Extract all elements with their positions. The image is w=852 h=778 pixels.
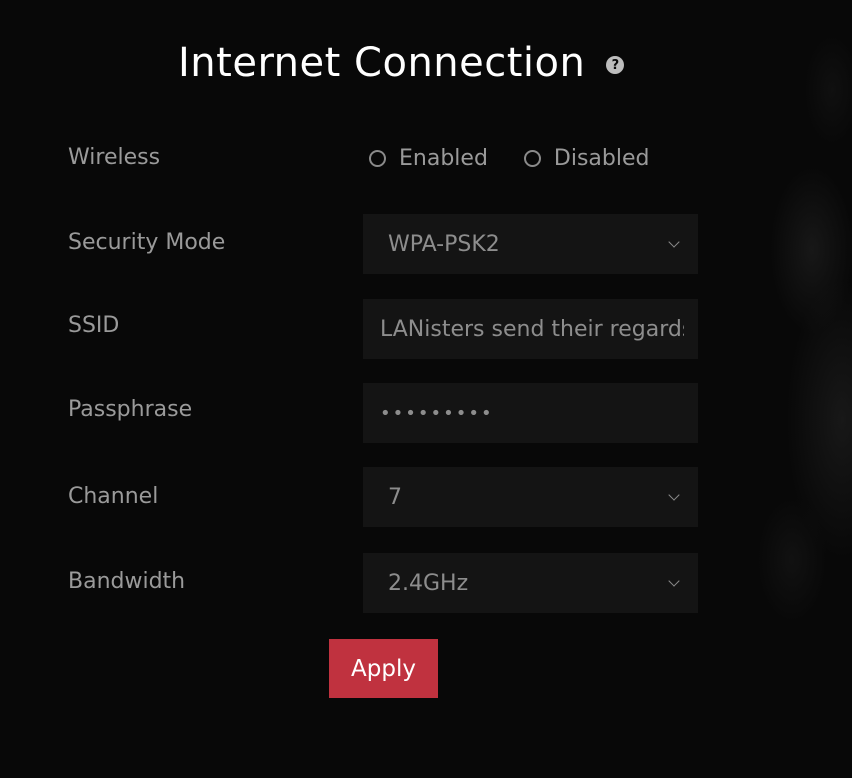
bandwidth-select[interactable]: 2.4GHz (363, 553, 698, 613)
chevron-down-icon (668, 574, 680, 587)
passphrase-label: Passphrase (68, 397, 193, 422)
ssid-value: LANisters send their regards (380, 316, 684, 342)
wireless-disabled-label: Disabled (553, 146, 650, 171)
chevron-down-icon (668, 488, 680, 501)
apply-button[interactable]: Apply (329, 639, 438, 698)
wireless-enabled-label: Enabled (399, 146, 488, 171)
ssid-label: SSID (68, 313, 120, 338)
wireless-enabled-radio[interactable]: Enabled (369, 146, 488, 171)
page-header: Internet Connection ? (178, 40, 625, 86)
security-mode-label: Security Mode (68, 230, 226, 255)
background-texture (672, 0, 852, 778)
ssid-input[interactable]: LANisters send their regards (363, 299, 698, 359)
passphrase-input[interactable]: ••••••••• (363, 383, 698, 443)
radio-unchecked-icon[interactable] (523, 150, 541, 167)
chevron-down-icon (668, 235, 680, 248)
page-title: Internet Connection (178, 40, 586, 86)
radio-unchecked-icon[interactable] (369, 150, 386, 167)
channel-select[interactable]: 7 (363, 467, 698, 527)
wireless-disabled-radio[interactable]: Disabled (523, 146, 650, 171)
wireless-label: Wireless (68, 145, 161, 170)
passphrase-value: ••••••••• (380, 402, 494, 424)
help-icon[interactable]: ? (606, 56, 625, 74)
security-mode-select[interactable]: WPA-PSK2 (363, 214, 698, 274)
security-mode-value: WPA-PSK2 (388, 231, 500, 257)
channel-value: 7 (388, 484, 402, 510)
bandwidth-value: 2.4GHz (388, 570, 469, 596)
bandwidth-label: Bandwidth (68, 569, 186, 594)
wireless-radio-group: Enabled Disabled (369, 146, 649, 171)
channel-label: Channel (68, 484, 159, 509)
